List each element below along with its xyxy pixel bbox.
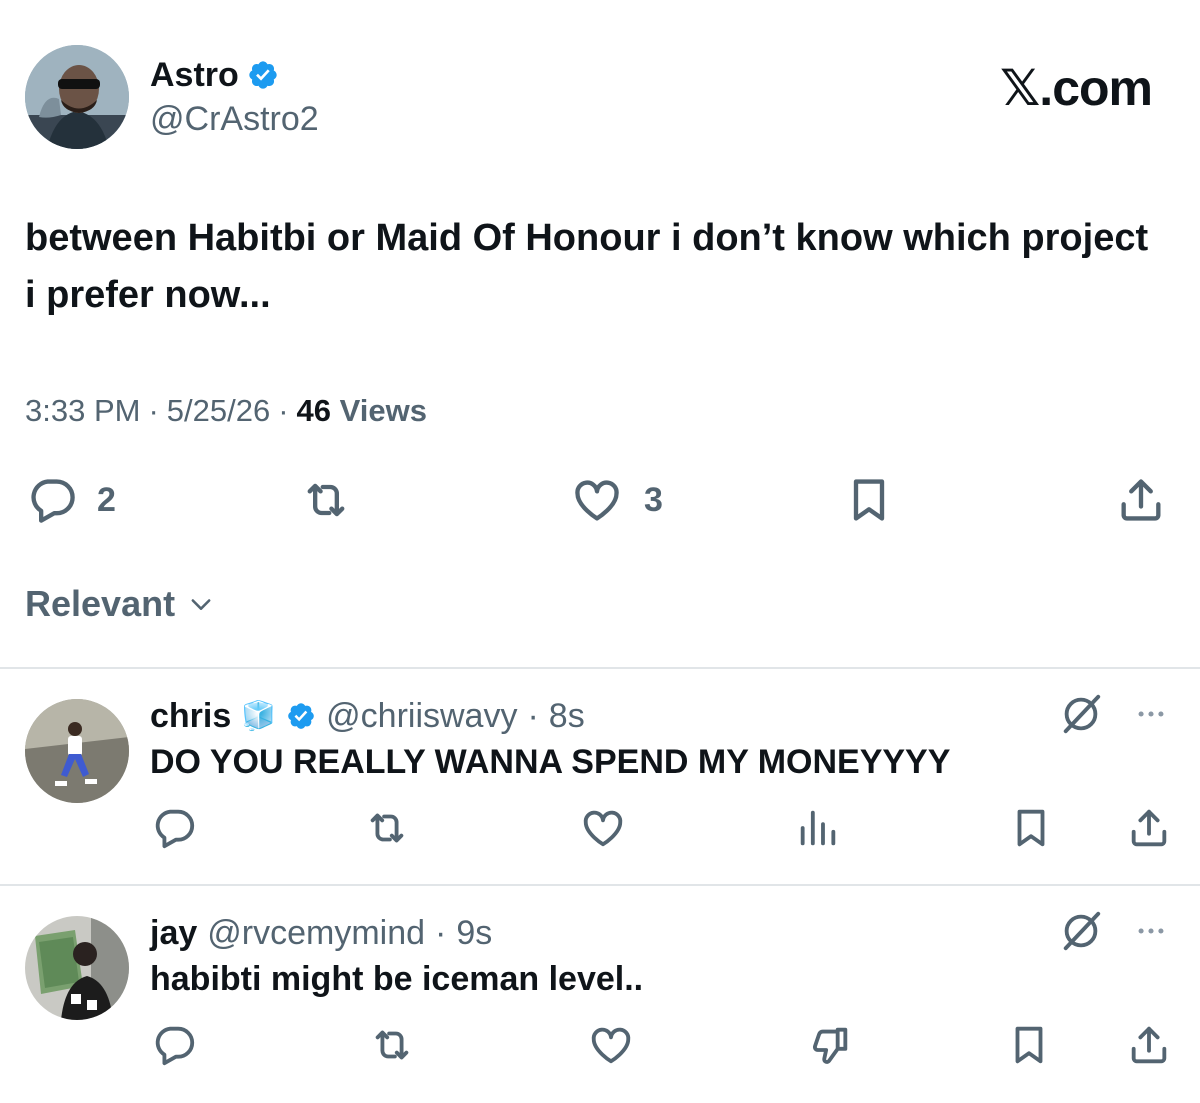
author-name[interactable]: Astro bbox=[150, 55, 279, 95]
reply-author-handle[interactable]: @rvcemymind bbox=[207, 913, 425, 953]
verified-badge-icon bbox=[249, 61, 277, 89]
ice-emoji-icon: 🧊 bbox=[241, 700, 277, 731]
like-button[interactable]: 3 bbox=[568, 474, 663, 526]
like-count: 3 bbox=[644, 480, 663, 519]
reply-icon bbox=[155, 809, 195, 849]
views-label: Views bbox=[339, 393, 427, 428]
more-icon bbox=[1138, 711, 1164, 717]
share-icon bbox=[1121, 479, 1161, 521]
reply-time[interactable]: 9s bbox=[456, 913, 492, 953]
bookmark-button[interactable] bbox=[842, 474, 896, 526]
more-button[interactable] bbox=[1130, 914, 1172, 953]
reply-icon bbox=[31, 479, 75, 523]
reply-button[interactable]: 2 bbox=[25, 474, 116, 526]
meta-separator: · bbox=[278, 393, 289, 428]
author-avatar[interactable] bbox=[25, 45, 129, 149]
bookmark-button[interactable] bbox=[1008, 805, 1054, 851]
reply-item[interactable]: chris 🧊 @chriiswavy · 8s DO YOU REALLY W… bbox=[0, 669, 1200, 884]
share-icon bbox=[1131, 1026, 1167, 1064]
retweet-button[interactable] bbox=[365, 1022, 419, 1068]
dislike-icon bbox=[813, 1027, 848, 1064]
meta-separator: · bbox=[435, 914, 447, 952]
reply-author-name[interactable]: chris bbox=[150, 696, 231, 736]
reply-text: habibti might be iceman level.. bbox=[150, 960, 644, 998]
share-button[interactable] bbox=[1125, 1022, 1173, 1068]
retweet-button[interactable] bbox=[360, 805, 414, 851]
grok-button[interactable] bbox=[1058, 691, 1104, 742]
reply-text: DO YOU REALLY WANNA SPEND MY MONEYYYY bbox=[150, 743, 951, 781]
bookmark-icon bbox=[1017, 809, 1045, 847]
like-button[interactable] bbox=[578, 805, 628, 851]
retweet-icon bbox=[375, 1030, 409, 1060]
meta-separator: · bbox=[148, 393, 159, 428]
reply-header: chris 🧊 @chriiswavy · 8s bbox=[150, 696, 585, 736]
tweet-time[interactable]: 3:33 PM bbox=[25, 390, 140, 432]
x-com-logo: 𝕏.com bbox=[1000, 60, 1153, 116]
like-icon bbox=[575, 480, 619, 521]
more-icon bbox=[1138, 928, 1164, 934]
reply-button[interactable] bbox=[150, 1022, 198, 1068]
share-button[interactable] bbox=[1125, 805, 1173, 851]
tweet-text: between Habitbi or Maid Of Honour i don’… bbox=[25, 217, 1149, 316]
bookmark-icon bbox=[1015, 1026, 1043, 1064]
author-name-text: Astro bbox=[150, 56, 239, 94]
analytics-button[interactable] bbox=[795, 805, 841, 851]
reply-avatar[interactable] bbox=[25, 699, 129, 803]
dislike-button[interactable] bbox=[805, 1022, 855, 1068]
analytics-icon bbox=[800, 810, 836, 846]
share-button[interactable] bbox=[1112, 474, 1170, 526]
retweet-button[interactable] bbox=[295, 474, 357, 526]
like-icon bbox=[583, 810, 623, 847]
tweet-action-bar: 2 3 bbox=[0, 470, 1200, 530]
reply-time[interactable]: 8s bbox=[549, 696, 585, 736]
like-icon bbox=[591, 1027, 631, 1064]
reply-header: jay @rvcemymind · 9s bbox=[150, 913, 492, 953]
reply-author-name[interactable]: jay bbox=[150, 913, 197, 953]
meta-separator: · bbox=[527, 697, 539, 735]
retweet-icon bbox=[307, 483, 345, 517]
tweet-detail-page: Astro @CrAstro2 𝕏.com between Habitbi or… bbox=[0, 0, 1200, 1103]
reply-author-handle[interactable]: @chriiswavy bbox=[326, 696, 517, 736]
bookmark-icon bbox=[853, 479, 885, 521]
retweet-icon bbox=[370, 813, 404, 843]
verified-badge-icon bbox=[288, 703, 314, 729]
reply-sort-label: Relevant bbox=[25, 583, 176, 624]
reply-count: 2 bbox=[97, 480, 116, 519]
grok-button[interactable] bbox=[1058, 908, 1104, 959]
tweet-meta: 3:33 PM · 5/25/26 · 46 Views bbox=[25, 390, 427, 432]
more-button[interactable] bbox=[1130, 697, 1172, 736]
reply-button[interactable] bbox=[150, 805, 198, 851]
like-button[interactable] bbox=[586, 1022, 636, 1068]
reply-icon bbox=[155, 1026, 195, 1066]
chevron-down-icon bbox=[191, 599, 211, 610]
grok-icon bbox=[1063, 911, 1101, 951]
reply-item[interactable]: jay @rvcemymind · 9s habibti might be ic… bbox=[0, 886, 1200, 1101]
views-count: 46 bbox=[296, 393, 332, 428]
grok-icon bbox=[1063, 694, 1101, 734]
reply-sort-dropdown[interactable]: Relevant bbox=[25, 582, 215, 626]
tweet-date[interactable]: 5/25/26 bbox=[167, 390, 270, 432]
author-handle[interactable]: @CrAstro2 bbox=[150, 99, 319, 139]
reply-avatar[interactable] bbox=[25, 916, 129, 1020]
bookmark-button[interactable] bbox=[1006, 1022, 1052, 1068]
share-icon bbox=[1131, 809, 1167, 847]
